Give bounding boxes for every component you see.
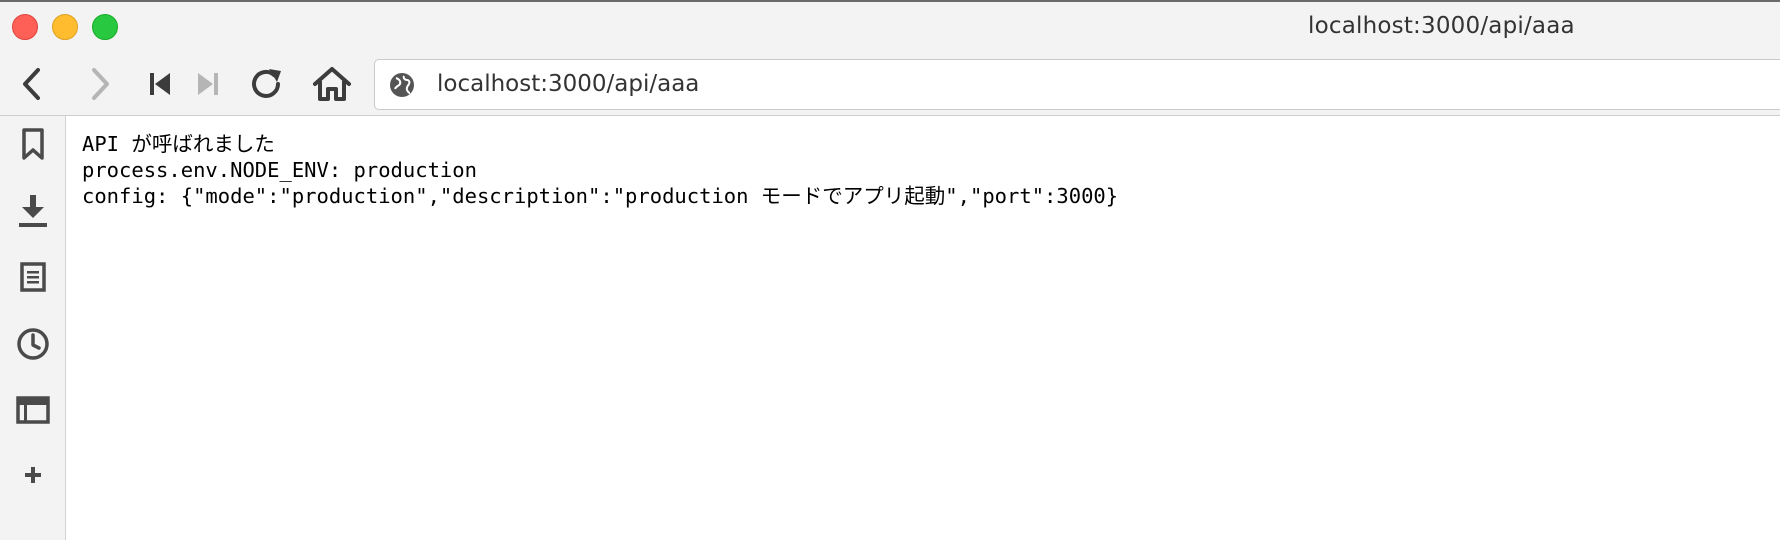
url-text[interactable]: localhost:3000/api/aaa xyxy=(437,71,699,97)
title-bar: localhost:3000/api/aaa xyxy=(0,0,1780,52)
toolbar: localhost:3000/api/aaa xyxy=(0,52,1780,116)
minimize-window-button[interactable] xyxy=(52,14,78,40)
globe-icon[interactable] xyxy=(389,72,415,98)
page-content: API が呼ばれました process.env.NODE_ENV: produc… xyxy=(66,116,1780,540)
reload-button[interactable] xyxy=(244,62,288,106)
sidebar-item-add[interactable] xyxy=(11,453,55,497)
address-bar[interactable]: localhost:3000/api/aaa xyxy=(374,59,1780,110)
sidebar-item-history[interactable] xyxy=(11,322,55,366)
response-line-3: config: {"mode":"production","descriptio… xyxy=(82,184,1119,208)
maximize-window-button[interactable] xyxy=(92,14,118,40)
clock-icon xyxy=(17,328,49,360)
download-icon xyxy=(19,195,47,227)
browser-window: localhost:3000/api/aaa localhost:3000/ap… xyxy=(0,0,1780,540)
home-icon xyxy=(313,67,351,101)
response-line-1: API が呼ばれました xyxy=(82,132,275,156)
sidebar-item-bookmarks[interactable] xyxy=(11,122,55,166)
notes-icon xyxy=(20,262,46,292)
forward-button[interactable] xyxy=(78,62,122,106)
plus-icon xyxy=(25,467,41,483)
close-window-button[interactable] xyxy=(12,14,38,40)
window-title: localhost:3000/api/aaa xyxy=(1308,13,1575,39)
bookmark-icon xyxy=(22,128,44,160)
chevron-left-icon xyxy=(23,68,40,100)
last-page-button[interactable] xyxy=(186,62,230,106)
chevron-right-icon xyxy=(92,68,109,100)
window-icon xyxy=(16,396,50,424)
skip-back-icon xyxy=(150,73,170,95)
sidebar-item-notes[interactable] xyxy=(11,255,55,299)
skip-forward-icon xyxy=(198,73,218,95)
response-line-2: process.env.NODE_ENV: production xyxy=(82,158,477,182)
first-page-button[interactable] xyxy=(138,62,182,106)
sidebar xyxy=(0,116,66,540)
sidebar-item-window[interactable] xyxy=(11,388,55,432)
sidebar-item-downloads[interactable] xyxy=(11,189,55,233)
home-button[interactable] xyxy=(310,62,354,106)
reload-icon xyxy=(252,69,281,98)
response-text: API が呼ばれました process.env.NODE_ENV: produc… xyxy=(82,131,1780,209)
back-button[interactable] xyxy=(10,62,54,106)
